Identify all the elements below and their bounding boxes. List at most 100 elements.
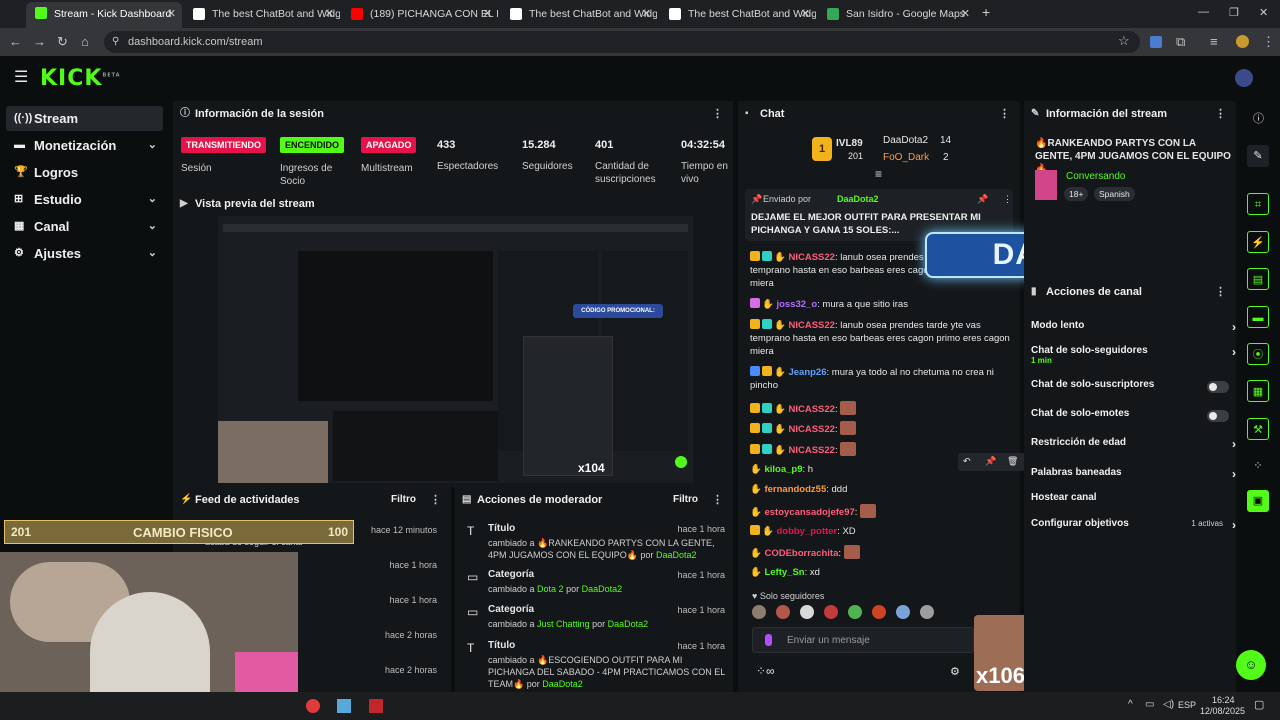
chat-username[interactable]: NICASS22 [788, 404, 834, 415]
emote-picker-icon[interactable]: ⁘∞ [756, 664, 775, 678]
dots-icon[interactable]: ⁘ [1247, 455, 1269, 477]
tab-close-icon[interactable]: ✕ [801, 3, 810, 25]
browser-tab[interactable]: (189) PICHANGA CON EL BUTIN✕ [342, 3, 498, 25]
more-options-icon[interactable]: ⋮ [712, 487, 723, 513]
chat-username[interactable]: NICASS22 [788, 320, 834, 331]
sidebar-item-gear[interactable]: ⚙ Ajustes ⌄ [6, 241, 163, 266]
browser-tab[interactable]: The best ChatBot and Widgets✕ [660, 3, 816, 25]
broadcast-icon[interactable]: ⦿ [1247, 343, 1269, 365]
back-icon[interactable]: ← [9, 34, 22, 49]
more-options-icon[interactable]: ⋮ [1215, 279, 1226, 305]
clip-icon[interactable]: ⌗ [1247, 193, 1269, 215]
document-icon[interactable]: ▤ [1247, 268, 1269, 290]
toggle-switch[interactable] [1207, 410, 1229, 422]
lightning-icon[interactable]: ⚡ [1247, 231, 1269, 253]
chat-username[interactable]: NICASS22 [788, 424, 834, 435]
top-gifter-name[interactable]: FoO_Dark [883, 152, 929, 163]
chat-bubble-icon[interactable]: ▬ [1247, 306, 1269, 328]
network-icon[interactable]: ▭ [1145, 699, 1154, 710]
chat-username[interactable]: fernandodz55 [764, 484, 826, 495]
profile-avatar[interactable] [1236, 35, 1249, 48]
address-input[interactable]: ⚲ dashboard.kick.com/stream [104, 31, 1140, 53]
more-options-icon[interactable]: ⋮ [712, 101, 723, 127]
edit-icon[interactable]: ✎ [1247, 145, 1269, 167]
chat-username[interactable]: NICASS22 [788, 445, 834, 456]
mod-action-user[interactable]: DaaDota2 [542, 679, 583, 689]
category-name[interactable]: Conversando [1066, 171, 1125, 182]
more-options-icon[interactable]: ⋮ [999, 101, 1010, 127]
clock-time[interactable]: 16:24 [1212, 695, 1235, 705]
kick-logo[interactable]: KICKBETA [40, 66, 121, 91]
minimize-button[interactable]: — [1198, 6, 1209, 18]
pinned-user[interactable]: DaaDota2 [837, 194, 879, 204]
volume-icon[interactable]: ◁) [1163, 699, 1174, 710]
clapper-icon[interactable]: ▣ [1247, 490, 1269, 512]
delete-icon[interactable]: 🗑 [1007, 456, 1018, 467]
tab-close-icon[interactable]: ✕ [961, 3, 970, 25]
support-chat-button[interactable]: ☺ [1236, 650, 1266, 680]
info-icon[interactable]: ⓘ [1253, 110, 1264, 126]
pin-message-icon[interactable]: 📌 [985, 456, 996, 467]
translate-icon[interactable] [1150, 36, 1162, 48]
mod-action-user[interactable]: DaaDota2 [582, 584, 623, 594]
menu-icon[interactable]: ⋮ [1262, 34, 1275, 50]
app-icon[interactable] [369, 699, 383, 713]
chat-username[interactable]: CODEborrachita [764, 548, 838, 559]
new-tab-button[interactable]: + [982, 4, 990, 20]
mod-action-target[interactable]: Dota 2 [537, 584, 564, 594]
browser-tab[interactable]: Stream - Kick Dashboard ✕ [26, 2, 182, 28]
chat-username[interactable]: dobby_potter [776, 526, 837, 537]
sidebar-item-studio[interactable]: ⊞ Estudio ⌄ [6, 187, 163, 212]
collapse-icon[interactable]: ≡ [875, 167, 882, 181]
more-options-icon[interactable]: ⋮ [1215, 101, 1226, 127]
channel-action-5[interactable]: Restricción de edad › [1031, 437, 1241, 453]
channel-action-1[interactable]: Modo lento › [1031, 320, 1241, 336]
clock-date[interactable]: 12/08/2025 [1200, 706, 1245, 716]
app-icon[interactable] [337, 699, 351, 713]
mod-action-user[interactable]: DaaDota2 [656, 550, 697, 560]
more-options-icon[interactable]: ⋮ [430, 487, 441, 513]
unpin-icon[interactable]: 📌 [977, 194, 988, 205]
mod-action-user[interactable]: DaaDota2 [608, 619, 649, 629]
layout-icon[interactable]: ▦ [1247, 380, 1269, 402]
channel-action-2[interactable]: Chat de solo-seguidores 1 min › [1031, 345, 1241, 365]
close-window-button[interactable]: ✕ [1259, 6, 1268, 19]
tab-close-icon[interactable]: ✕ [325, 3, 334, 25]
reply-icon[interactable]: ↶ [963, 456, 971, 467]
sidebar-item-money[interactable]: ▬ Monetización ⌄ [6, 133, 163, 158]
language-indicator[interactable]: ESP [1178, 700, 1196, 710]
channel-action-4[interactable]: Chat de solo-emotes [1031, 408, 1241, 424]
chat-username[interactable]: NICASS22 [788, 252, 834, 263]
chat-settings-icon[interactable]: ⚙ [950, 665, 960, 678]
toggle-switch[interactable] [1207, 381, 1229, 393]
sidebar-item-stream[interactable]: ((·)) Stream [6, 106, 163, 131]
chat-username[interactable]: kiloa_p9 [764, 464, 802, 475]
tab-close-icon[interactable]: ✕ [167, 2, 176, 26]
channel-action-3[interactable]: Chat de solo-suscriptores [1031, 379, 1241, 395]
browser-tab[interactable]: The best ChatBot and Widgets✕ [184, 3, 340, 25]
maximize-button[interactable]: ❐ [1229, 6, 1239, 19]
tray-chevron-icon[interactable]: ^ [1128, 699, 1133, 710]
media-icon[interactable]: ≡ [1210, 34, 1218, 49]
top-gifter-name[interactable]: IVL89 [836, 138, 863, 149]
sidebar-item-trophy[interactable]: 🏆 Logros [6, 160, 163, 185]
tab-close-icon[interactable]: ✕ [642, 3, 651, 25]
chat-username[interactable]: estoycansadojefe97 [764, 507, 854, 518]
channel-action-6[interactable]: Palabras baneadas › [1031, 467, 1241, 483]
mic-icon[interactable] [765, 634, 772, 646]
forward-icon[interactable]: → [33, 34, 46, 49]
top-gifter-name[interactable]: DaaDota2 [883, 135, 928, 146]
channel-action-7[interactable]: Hostear canal [1031, 492, 1241, 508]
stream-video[interactable]: CÓDIGO PROMOCIONAL: x104 [218, 216, 693, 483]
emote-bar[interactable] [752, 605, 1012, 621]
app-icon[interactable] [306, 699, 320, 713]
chat-input[interactable]: Enviar un mensaje [752, 627, 974, 653]
extensions-icon[interactable]: ⧉ [1176, 34, 1185, 50]
more-options-icon[interactable]: ⋮ [1003, 194, 1012, 205]
reload-icon[interactable]: ↻ [57, 34, 68, 50]
bookmark-star-icon[interactable]: ☆ [1118, 33, 1130, 49]
chat-username[interactable]: Lefty_Sn [764, 567, 804, 578]
tab-close-icon[interactable]: ✕ [483, 3, 492, 25]
mod-action-target[interactable]: Just Chatting [537, 619, 590, 629]
user-avatar[interactable] [1235, 69, 1253, 87]
